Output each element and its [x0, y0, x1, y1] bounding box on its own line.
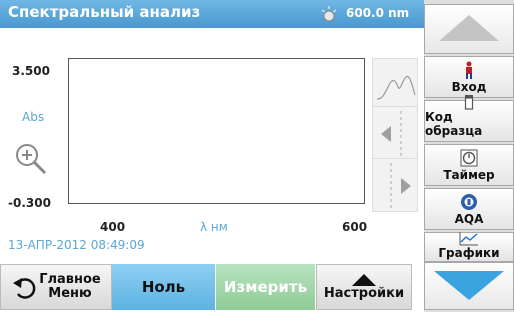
graphs-button[interactable]: Графики — [424, 232, 514, 262]
back-arrow-icon — [13, 278, 36, 299]
login-label: Вход — [451, 80, 487, 94]
spectrum-plot-area[interactable] — [68, 58, 365, 204]
aqa-label: AQA — [454, 212, 484, 226]
settings-label: Настройки — [323, 285, 405, 301]
cursor-right-button[interactable] — [372, 158, 418, 212]
main-menu-label-line1: Главное — [39, 272, 101, 287]
person-icon — [463, 60, 475, 80]
login-button[interactable]: Вход — [424, 56, 514, 98]
lamp-icon — [320, 4, 338, 24]
triangle-up-icon — [352, 273, 376, 286]
sample-id-label: Код образца — [425, 110, 483, 138]
main-menu-button[interactable]: Главное Меню — [0, 264, 112, 310]
wavelength-readout: 600.0 nm — [346, 6, 410, 20]
x-axis-unit-label: λ нм — [200, 220, 228, 234]
peak-curve-icon — [376, 75, 416, 100]
scroll-down-button[interactable] — [424, 262, 514, 310]
graph-icon — [459, 232, 479, 246]
datetime-readout: 13-АПР-2012 08:49:09 — [8, 238, 145, 252]
aqa-icon — [460, 192, 478, 212]
triangle-down-icon — [434, 270, 504, 300]
cursor-left-button[interactable] — [372, 106, 418, 160]
y-axis-unit-label: Abs — [22, 110, 45, 124]
sample-id-button[interactable]: Код образца — [424, 95, 514, 142]
scroll-up-button[interactable] — [424, 4, 514, 54]
title-bar: Спектральный анализ 600.0 nm — [0, 0, 424, 28]
sample-vial-icon — [463, 94, 475, 110]
zero-button[interactable]: Ноль — [112, 264, 216, 310]
timer-label: Таймер — [443, 168, 495, 182]
y-axis-max-label: 3.500 — [12, 64, 50, 78]
measure-button[interactable]: Измерить — [216, 264, 316, 310]
page-title: Спектральный анализ — [8, 3, 201, 21]
arrow-left-icon — [381, 111, 402, 157]
zoom-in-icon[interactable] — [14, 142, 48, 176]
main-menu-label-line2: Меню — [48, 286, 92, 301]
timer-button[interactable]: Таймер — [424, 144, 514, 186]
timer-icon — [460, 148, 478, 168]
main-menu-label: Главное Меню — [39, 273, 101, 301]
arrow-right-icon — [390, 163, 411, 209]
peak-tool-button[interactable] — [372, 58, 418, 112]
graphs-label: Графики — [438, 246, 500, 260]
triangle-up-icon — [439, 14, 499, 41]
y-axis-min-label: -0.300 — [8, 196, 51, 210]
aqa-button[interactable]: AQA — [424, 188, 514, 230]
settings-button[interactable]: Настройки — [316, 264, 412, 310]
x-axis-max-label: 600 — [342, 220, 368, 234]
x-axis-min-label: 400 — [100, 220, 126, 234]
